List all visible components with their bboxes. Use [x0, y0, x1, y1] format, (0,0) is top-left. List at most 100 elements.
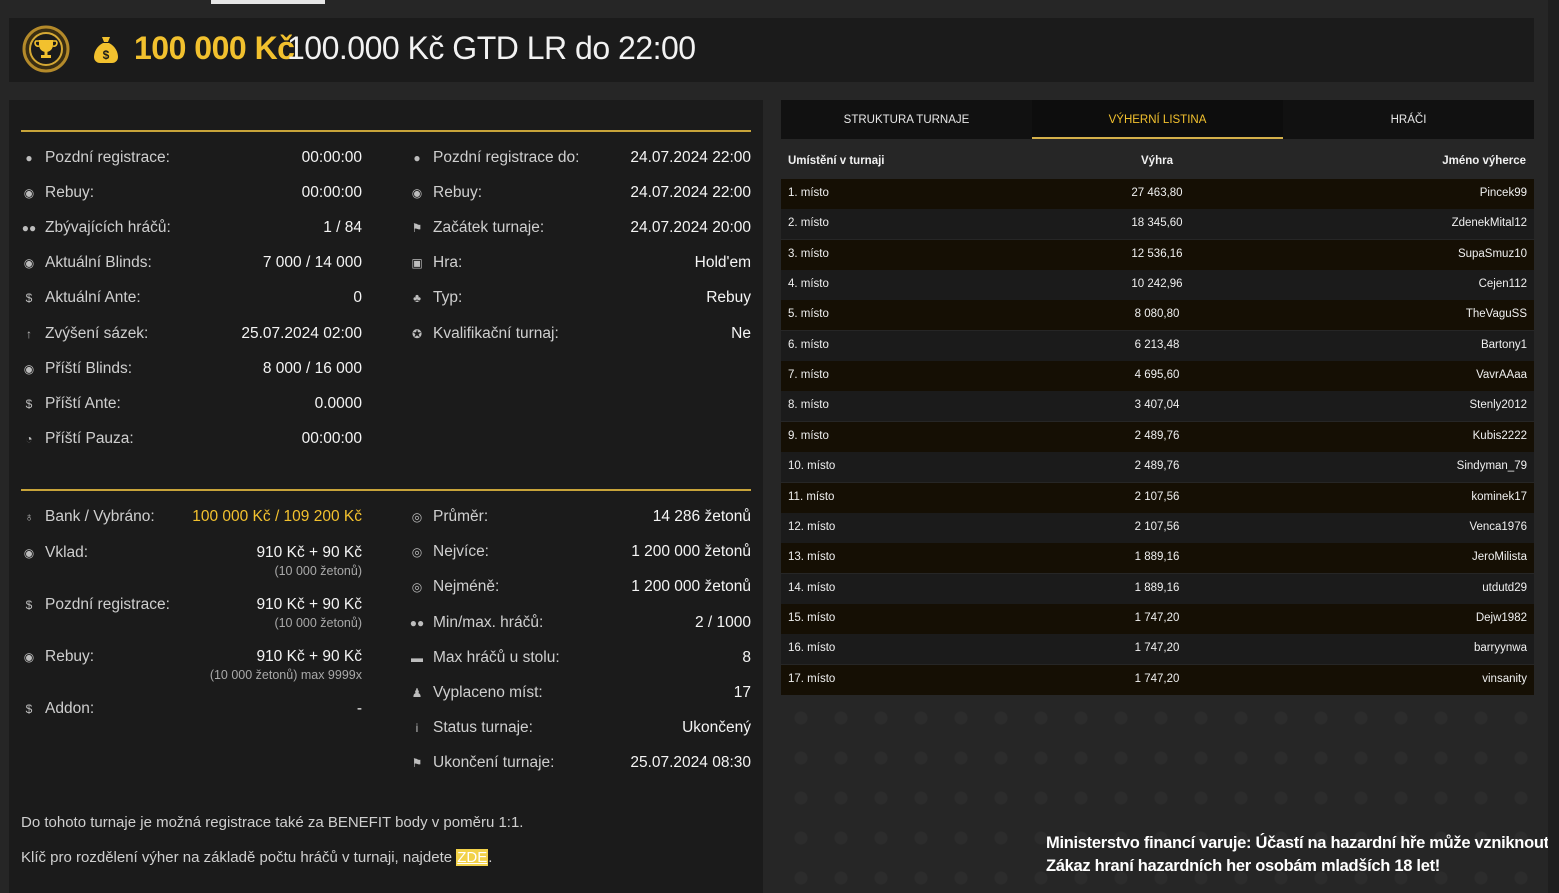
info-label: Min/max. hráčů:	[433, 613, 544, 631]
cell-place: 4. místo	[788, 278, 829, 291]
cell-prize: 4 695,60	[1134, 369, 1180, 382]
info-label: Max hráčů u stolu:	[433, 648, 560, 666]
chip-icon: ◎	[411, 545, 423, 560]
cell-prize: 3 407,04	[1134, 399, 1180, 412]
info-subvalue: (10 000 žetonů)	[274, 616, 362, 630]
cell-prize: 18 345,60	[1131, 217, 1183, 230]
flag-icon: ⚑	[411, 756, 423, 771]
cell-prize: 8 080,80	[1134, 308, 1180, 321]
cell-place: 17. místo	[788, 672, 836, 685]
cell-place: 12. místo	[788, 520, 836, 533]
chip-icon: ◎	[411, 580, 423, 595]
info-value: 910 Kč + 90 Kč	[256, 648, 362, 665]
info-label: Typ:	[433, 289, 463, 307]
cell-winner: ZdenekMital12	[1451, 217, 1527, 230]
tab-structure[interactable]: STRUKTURA TURNAJE	[781, 100, 1032, 139]
coin-icon: $	[25, 291, 33, 306]
info-label: Vklad:	[45, 544, 89, 561]
info-value: 14 286 žetonů	[652, 508, 751, 525]
payout-key-link[interactable]: ZDE	[456, 849, 489, 866]
info-value: 7 000 / 14 000	[262, 254, 362, 272]
info-value: 910 Kč + 90 Kč	[256, 596, 362, 613]
tab-prize-list[interactable]: VÝHERNÍ LISTINA	[1032, 100, 1283, 139]
cell-place: 1. místo	[788, 187, 829, 199]
cell-place: 13. místo	[788, 551, 836, 564]
info-value: 25.07.2024 08:30	[630, 754, 751, 772]
cell-winner: barryynwa	[1473, 642, 1527, 655]
prize-pool: 100 000 Kč	[134, 30, 295, 66]
divider	[21, 489, 751, 491]
info-row: ◉ Rebuy:	[409, 182, 482, 204]
info-row: ◉ Vklad:	[21, 542, 88, 564]
col-place: Umístění v turnaji	[788, 155, 885, 167]
info-value: 00:00:00	[301, 149, 362, 166]
cell-prize: 1 747,20	[1134, 611, 1180, 624]
info-value: 24.07.2024 20:00	[630, 219, 751, 237]
cell-winner: JeroMilista	[1472, 551, 1527, 564]
cell-place: 10. místo	[788, 460, 836, 473]
info-label: Aktuální Blinds:	[45, 254, 152, 272]
payout-key-text: Klíč pro rozdělení výher na základě počt…	[21, 849, 453, 866]
cell-winner: Sindyman_79	[1456, 460, 1527, 473]
tournament-header: $ 100 000 Kč 100.000 Kč GTD LR do 22:00	[9, 18, 1534, 82]
tab-players[interactable]: HRÁČI	[1283, 100, 1534, 139]
scrollbar-track[interactable]	[1548, 0, 1559, 893]
gambling-warning: Ministerstvo financí varuje: Účastí na h…	[1046, 832, 1559, 878]
info-label: Zvýšení sázek:	[45, 324, 149, 342]
chips-icon: ◉	[23, 361, 35, 376]
chips-icon: ◉	[411, 186, 423, 201]
cell-place: 6. místo	[788, 338, 829, 351]
cell-prize: 12 536,16	[1131, 247, 1183, 260]
cell-prize: 2 489,76	[1134, 460, 1180, 473]
cell-place: 3. místo	[788, 247, 829, 260]
cell-winner: vinsanity	[1482, 672, 1527, 685]
warning-line-1: Ministerstvo financí varuje: Účastí na h…	[1046, 834, 1559, 852]
info-label: Kvalifikační turnaj:	[433, 324, 559, 342]
info-row: $ Příští Ante:	[21, 393, 121, 415]
info-label: Pozdní registrace do:	[433, 149, 580, 166]
col-winner: Jméno výherce	[1442, 155, 1526, 167]
table-row: 4. místo 10 242,96 Cejen112	[781, 270, 1534, 301]
info-label: Nejvíce:	[433, 543, 489, 561]
money-bag-icon: $	[94, 37, 118, 63]
info-label: Nejméně:	[433, 578, 500, 596]
info-row: ♣ Typ:	[409, 287, 462, 309]
cell-place: 2. místo	[788, 217, 829, 230]
arrow-up-icon: ↑	[26, 326, 32, 341]
info-value: 24.07.2024 22:00	[630, 184, 751, 202]
cell-place: 11. místo	[788, 490, 835, 503]
info-label: Začátek turnaje:	[433, 219, 545, 237]
table-row: 5. místo 8 080,80 TheVaguSS	[781, 300, 1534, 331]
info-label: Zbývajících hráčů:	[45, 219, 171, 237]
money-bag-icon: ♁	[24, 510, 34, 524]
info-label: Rebuy:	[45, 184, 95, 202]
info-label: Addon:	[45, 700, 95, 717]
info-row: ● Pozdní registrace:	[21, 147, 170, 169]
info-row: ●● Zbývajících hráčů:	[21, 217, 171, 239]
results-tabs: STRUKTURA TURNAJE VÝHERNÍ LISTINA HRÁČI	[781, 100, 1534, 139]
cell-winner: Stenly2012	[1469, 399, 1527, 412]
info-row: ↑ Zvýšení sázek:	[21, 323, 148, 345]
warning-line-2: Zákaz hraní hazardních her osobám mladší…	[1046, 857, 1440, 875]
payout-key-end: .	[488, 849, 493, 866]
info-value: 1 / 84	[323, 219, 362, 237]
table-row: 10. místo 2 489,76 Sindyman_79	[781, 452, 1534, 483]
info-icon: i	[415, 721, 419, 736]
info-label: Průměr:	[433, 508, 489, 525]
table-row: 13. místo 1 889,16 JeroMilista	[781, 543, 1534, 574]
cell-prize: 2 489,76	[1134, 429, 1180, 442]
info-value: Ne	[731, 324, 751, 342]
info-row: ● Pozdní registrace do:	[409, 147, 579, 169]
info-value: 24.07.2024 22:00	[630, 149, 751, 166]
info-label: Hra:	[433, 254, 463, 272]
table-row: 11. místo 2 107,56 kominek17	[781, 482, 1534, 513]
info-value: Ukončený	[682, 719, 751, 737]
info-value: 0.0000	[314, 394, 362, 412]
divider	[21, 130, 751, 132]
cell-place: 7. místo	[788, 369, 829, 382]
cell-prize: 6 213,48	[1134, 338, 1180, 351]
users-icon: ●●	[409, 615, 425, 630]
info-row: ◉ Rebuy:	[21, 182, 94, 204]
info-label: Vyplaceno míst:	[433, 684, 543, 701]
info-row: ✪ Kvalifikační turnaj:	[409, 323, 559, 345]
